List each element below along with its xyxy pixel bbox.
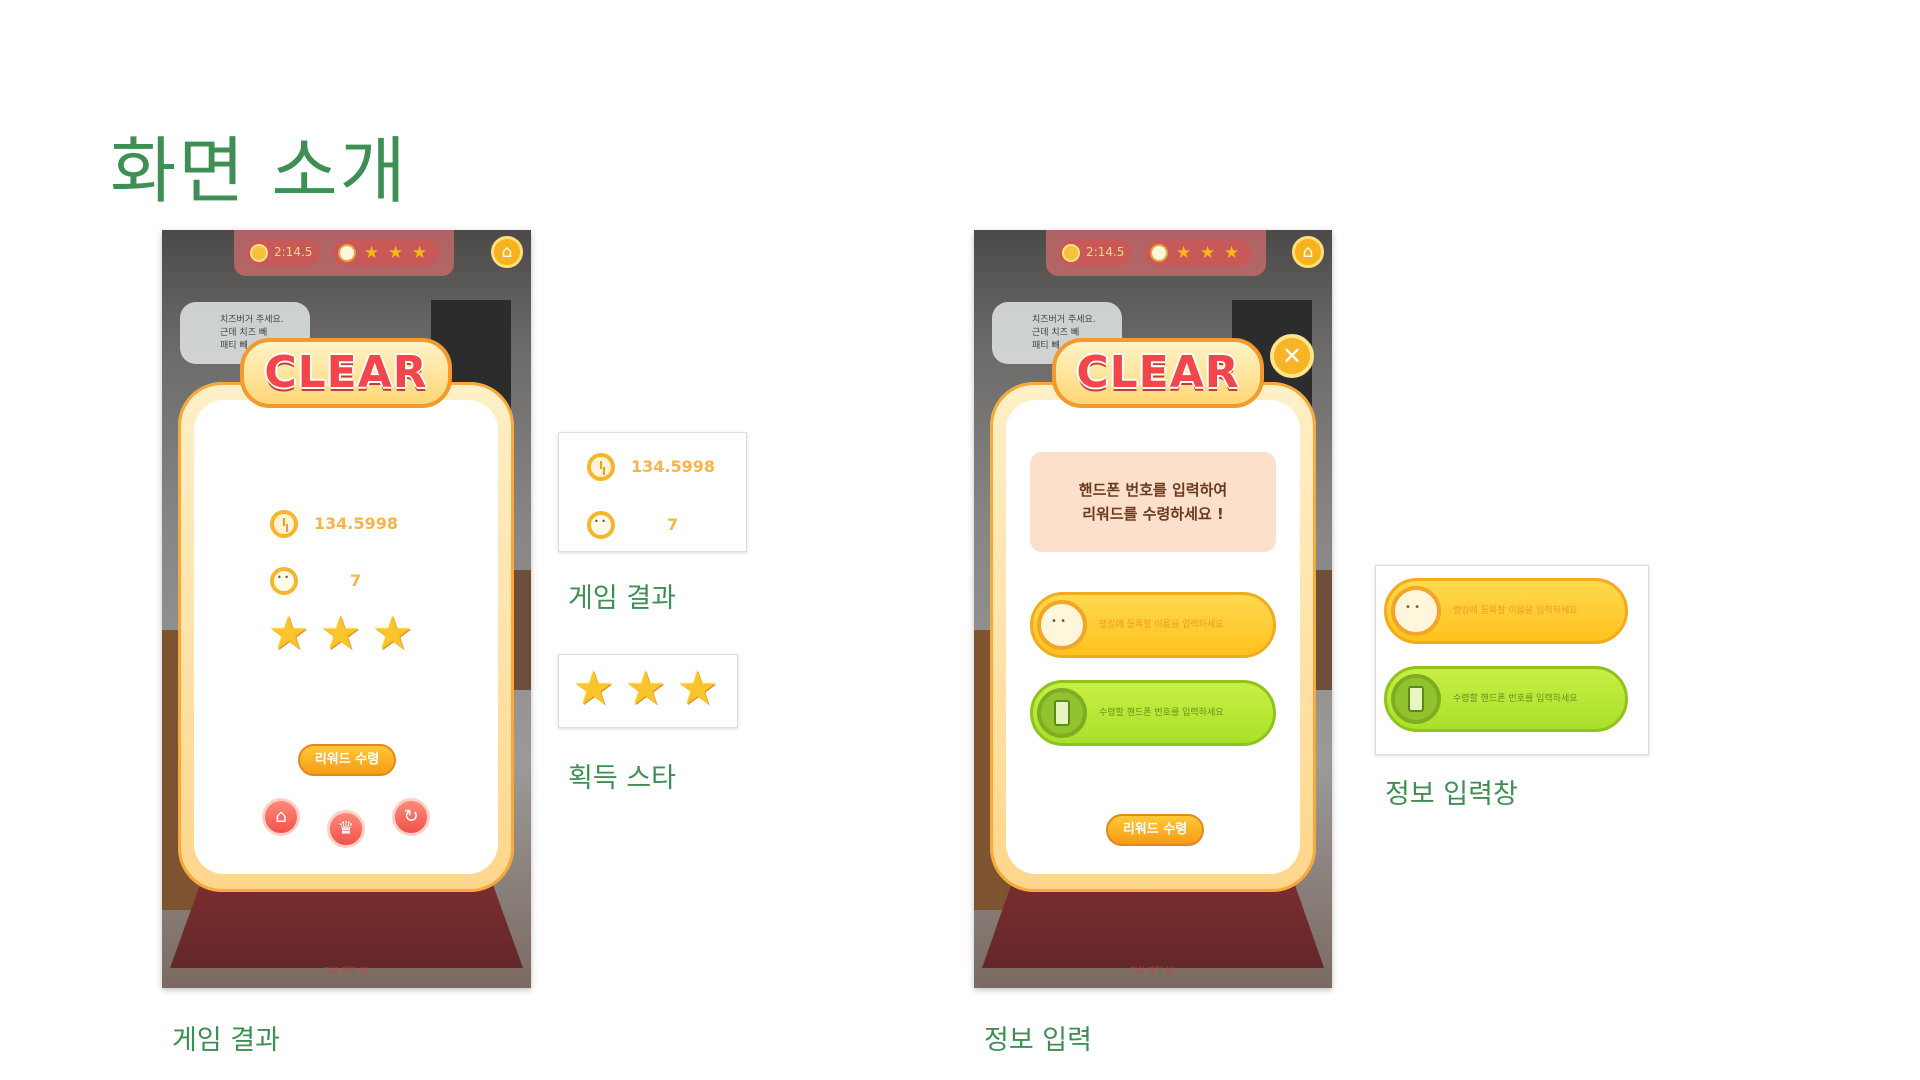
clear-banner: CLEAR — [1052, 338, 1264, 408]
name-placeholder: 랭킹에 등록할 이름을 입력하세요 — [1099, 620, 1224, 630]
input-thumb-caption: 정보 입력창 — [1385, 779, 1518, 810]
hud-bar: 2:14.5 ★ ★ ★ — [1046, 230, 1266, 276]
character-face-icon — [1037, 600, 1087, 650]
home-icon: ⌂ — [1302, 242, 1314, 262]
star-icon: ★ — [364, 243, 380, 263]
name-placeholder: 랭킹에 등록할 이름을 입력하세요 — [1453, 606, 1578, 616]
star-icon: ★ — [1176, 243, 1192, 263]
close-button[interactable]: ✕ — [1270, 334, 1314, 378]
star-count-value: 7 — [667, 515, 679, 534]
star-icon: ★ — [372, 606, 414, 660]
result-screenshot: 치즈버거 주세요. 근데 치즈 빼 패티 빼 다음 게임 실! 2:14.5 ★… — [162, 230, 531, 988]
phone-placeholder: 수령할 핸드폰 번호를 입력하세요 — [1453, 694, 1578, 704]
star-icon: ★ — [1200, 243, 1216, 263]
star-count-row: 7 — [270, 567, 410, 597]
footer-text: 다음 게임 실! — [323, 966, 370, 975]
star-icon: ★ — [677, 661, 719, 715]
time-row: 134.5998 — [587, 453, 737, 483]
time-row: 134.5998 — [270, 510, 410, 540]
clear-text: CLEAR — [264, 347, 428, 398]
reward-button[interactable]: 리워드 수령 — [298, 744, 396, 776]
star-icon: ★ — [412, 243, 428, 263]
clock-icon — [250, 244, 268, 262]
home-button[interactable]: ⌂ — [491, 236, 523, 268]
star-pill: ★ ★ ★ — [332, 240, 440, 266]
star-icon: ★ — [268, 606, 310, 660]
star-pill: ★ ★ ★ — [1144, 240, 1252, 266]
result-thumbnail: 134.5998 7 — [558, 432, 747, 552]
result-thumb-caption: 게임 결과 — [568, 583, 676, 614]
star-icon: ★ — [320, 606, 362, 660]
notice-line: 핸드폰 번호를 입력하여 — [1078, 481, 1228, 499]
sign-line: 치즈버거 주세요. — [1032, 315, 1096, 325]
clear-banner: CLEAR — [240, 338, 452, 408]
page-title: 화면 소개 — [110, 129, 408, 213]
character-face-icon — [587, 511, 615, 539]
star-icon: ★ — [625, 661, 667, 715]
star-count-row: 7 — [587, 511, 737, 541]
right-phone-caption: 정보 입력 — [984, 1025, 1092, 1056]
time-value: 134.5998 — [631, 457, 716, 476]
home-icon: ⌂ — [275, 806, 287, 827]
replay-button[interactable]: ↻ — [392, 798, 430, 836]
phone-icon — [1037, 688, 1087, 738]
trophy-icon: ♛ — [337, 818, 355, 839]
character-face-icon — [270, 567, 298, 595]
phone-icon — [1391, 674, 1441, 724]
replay-icon: ↻ — [403, 806, 419, 827]
character-face-icon — [1150, 244, 1168, 262]
home-icon: ⌂ — [501, 242, 513, 262]
clock-icon — [587, 453, 615, 481]
time-value: 134.5998 — [314, 514, 399, 533]
notice-line: 리워드를 수령하세요 ! — [1082, 505, 1224, 523]
name-input: 랭킹에 등록할 이름을 입력하세요 — [1384, 578, 1628, 644]
name-input[interactable]: 랭킹에 등록할 이름을 입력하세요 — [1030, 592, 1276, 658]
home-button[interactable]: ⌂ — [262, 798, 300, 836]
phone-input: 수령할 핸드폰 번호를 입력하세요 — [1384, 666, 1628, 732]
notice-box: 핸드폰 번호를 입력하여 리워드를 수령하세요 ! — [1030, 452, 1276, 552]
input-thumbnail: 랭킹에 등록할 이름을 입력하세요 수령할 핸드폰 번호를 입력하세요 — [1375, 565, 1649, 755]
star-icon: ★ — [388, 243, 404, 263]
reward-button[interactable]: 리워드 수령 — [1106, 814, 1204, 846]
footer-text: 다음 게임 실! — [1130, 966, 1176, 975]
phone-input[interactable]: 수령할 핸드폰 번호를 입력하세요 — [1030, 680, 1276, 746]
stars-thumbnail: ★ ★ ★ — [558, 654, 738, 728]
character-face-icon — [338, 244, 356, 262]
home-button[interactable]: ⌂ — [1292, 236, 1324, 268]
star-count-value: 7 — [350, 571, 362, 590]
left-phone-caption: 게임 결과 — [172, 1025, 280, 1056]
input-screenshot: 치즈버거 주세요. 근데 치즈 빼 패티 빼 다음 게임 실! 2:14.5 ★… — [974, 230, 1332, 988]
sign-line: 치즈버거 주세요. — [220, 315, 284, 325]
clock-icon — [270, 510, 298, 538]
clear-text: CLEAR — [1076, 347, 1240, 398]
character-face-icon — [1391, 586, 1441, 636]
ranking-button[interactable]: ♛ — [327, 810, 365, 848]
stars-thumb-caption: 획득 스타 — [568, 763, 676, 794]
close-icon: ✕ — [1281, 342, 1303, 370]
phone-placeholder: 수령할 핸드폰 번호를 입력하세요 — [1099, 708, 1224, 718]
star-icon: ★ — [573, 661, 615, 715]
timer-pill: 2:14.5 — [1058, 240, 1132, 266]
hud-bar: 2:14.5 ★ ★ ★ — [234, 230, 454, 276]
timer-value: 2:14.5 — [1086, 245, 1125, 259]
timer-value: 2:14.5 — [274, 245, 313, 259]
timer-pill: 2:14.5 — [246, 240, 320, 266]
clock-icon — [1062, 244, 1080, 262]
star-icon: ★ — [1224, 243, 1240, 263]
